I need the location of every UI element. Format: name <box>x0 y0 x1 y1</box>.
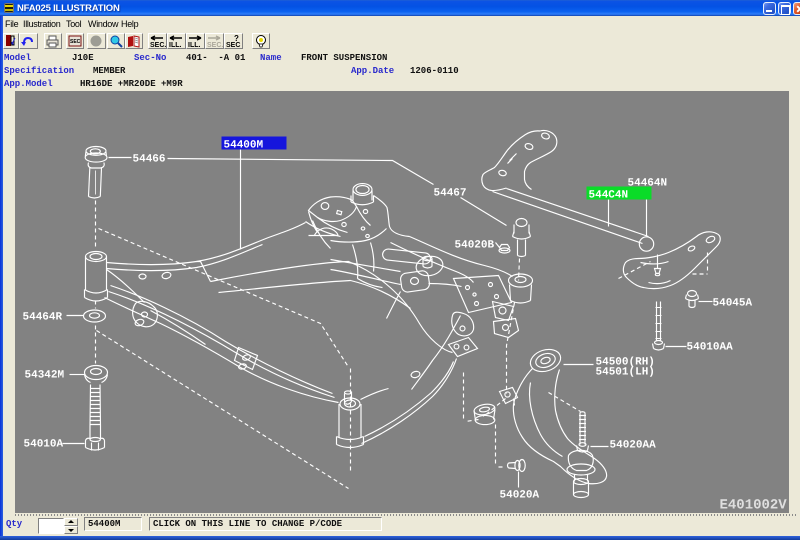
svg-text:ILL.: ILL. <box>188 42 200 48</box>
svg-text:E401002V: E401002V <box>720 498 788 514</box>
svg-text:54010AA: 54010AA <box>687 342 734 354</box>
svg-text:SEC.: SEC. <box>150 42 166 48</box>
svg-text:54342M: 54342M <box>25 370 65 382</box>
svg-text:54400M: 54400M <box>224 140 264 152</box>
svg-text:54020A: 54020A <box>500 490 540 502</box>
svg-text:SEC: SEC <box>226 42 240 48</box>
svg-text:54501(LH): 54501(LH) <box>596 367 655 379</box>
svg-text:54464R: 54464R <box>23 312 63 324</box>
svg-text:54045A: 54045A <box>713 298 753 310</box>
svg-text:ILL.: ILL. <box>169 42 181 48</box>
svg-text:54466: 54466 <box>133 154 166 166</box>
svg-text:54020AA: 54020AA <box>610 440 657 452</box>
svg-text:54467: 54467 <box>434 188 467 200</box>
svg-text:54010A: 54010A <box>24 439 64 451</box>
svg-text:544C4N: 544C4N <box>589 190 629 202</box>
svg-text:SEC: SEC <box>70 39 81 45</box>
svg-text:54020B: 54020B <box>455 240 495 252</box>
svg-text:SEC.: SEC. <box>207 42 223 48</box>
